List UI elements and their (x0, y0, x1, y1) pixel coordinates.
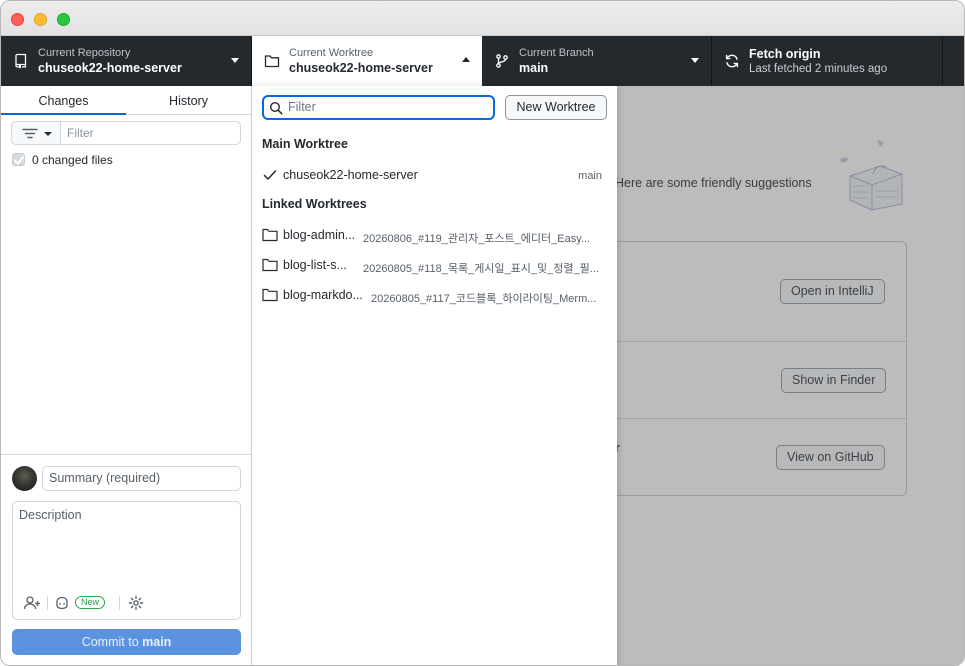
close-window-button[interactable] (11, 13, 24, 26)
changes-filter-input[interactable]: Filter (60, 121, 241, 145)
current-repository-button[interactable]: Current Repository chuseok22-home-server (1, 36, 252, 86)
current-branch-button[interactable]: Current Branch main (482, 36, 712, 86)
commit-form: Summary (required) Description New Commi… (1, 454, 251, 665)
worktree-item-name: blog-markdo... (283, 288, 363, 302)
new-badge: New (75, 596, 106, 609)
tab-changes[interactable]: Changes (1, 86, 126, 115)
worktree-item-linked[interactable]: blog-admin... 20260806_#119_관리자_포스트_에디터_… (252, 220, 617, 250)
current-worktree-button[interactable]: Current Worktree chuseok22-home-server (252, 36, 482, 86)
search-icon (269, 101, 283, 115)
worktree-dropdown: Filter New Worktree Main Worktree chuseo… (252, 86, 617, 665)
branch-name: main (519, 61, 549, 75)
worktree-item-name: blog-list-s... (283, 258, 347, 272)
filter-options-button[interactable] (11, 121, 61, 145)
checkmark-icon (263, 170, 277, 180)
branch-label: Current Branch (519, 47, 594, 59)
worktree-item-name: chuseok22-home-server (283, 168, 418, 182)
chevron-down-icon (44, 132, 52, 136)
chevron-up-icon (462, 57, 470, 62)
changed-files-count: 0 changed files (32, 153, 113, 167)
description-field[interactable]: Description New (12, 501, 241, 620)
fetch-origin-button[interactable]: Fetch origin Last fetched 2 minutes ago (712, 36, 943, 86)
repository-name: chuseok22-home-server (38, 61, 182, 75)
app-window: Current Repository chuseok22-home-server… (0, 0, 965, 666)
zoom-window-button[interactable] (57, 13, 70, 26)
worktree-name: chuseok22-home-server (289, 61, 433, 75)
folder-icon (262, 258, 278, 272)
worktree-filter-input[interactable]: Filter (262, 95, 495, 120)
changes-sidebar: Changes History Filter 0 changed files S… (1, 86, 252, 665)
chevron-down-icon (691, 58, 699, 63)
worktree-item-linked[interactable]: blog-list-s... 20260805_#118_목록_게시일_표시_및… (252, 250, 617, 280)
summary-input[interactable]: Summary (required) (42, 466, 241, 491)
toolbar-divider (119, 596, 120, 610)
gear-icon[interactable] (127, 594, 145, 612)
commit-button-prefix: Commit to (81, 635, 143, 649)
folder-icon (262, 288, 278, 302)
repo-icon (15, 53, 27, 69)
folder-icon (262, 228, 278, 242)
worktree-item-main[interactable]: chuseok22-home-server main (252, 160, 617, 190)
folder-icon (264, 55, 280, 68)
avatar (12, 466, 37, 491)
chevron-down-icon (231, 58, 239, 63)
sync-icon (725, 54, 739, 68)
copilot-icon[interactable] (53, 594, 71, 612)
minimize-window-button[interactable] (34, 13, 47, 26)
worktree-item-branch: 20260805_#118_목록_게시일_표시_및_정렬_필... (363, 263, 599, 275)
toolbar: Current Repository chuseok22-home-server… (1, 36, 964, 86)
new-worktree-button[interactable]: New Worktree (505, 95, 607, 120)
description-placeholder: Description (19, 508, 82, 522)
worktree-item-name: blog-admin... (283, 228, 356, 242)
sidebar-tabs: Changes History (1, 86, 251, 115)
repository-label: Current Repository (38, 47, 131, 59)
worktree-label: Current Worktree (289, 47, 374, 59)
toolbar-divider (47, 596, 48, 610)
select-all-checkbox[interactable] (12, 153, 25, 166)
worktree-item-branch: 20260805_#117_코드블록_하이라이팅_Merm... (371, 293, 597, 305)
linked-worktrees-heading: Linked Worktrees (262, 197, 367, 211)
filter-icon (22, 128, 38, 139)
worktree-item-linked[interactable]: blog-markdo... 20260805_#117_코드블록_하이라이팅_… (252, 280, 617, 310)
add-coauthor-icon[interactable] (23, 594, 41, 612)
title-bar (1, 1, 964, 36)
branch-icon (496, 54, 508, 68)
commit-button-branch: main (142, 635, 172, 649)
worktree-item-branch: 20260806_#119_관리자_포스트_에디터_Easy... (363, 233, 591, 245)
tab-history[interactable]: History (126, 86, 251, 115)
commit-button[interactable]: Commit to main (12, 629, 241, 655)
changes-filter: Filter (11, 121, 241, 145)
worktree-item-branch: main (578, 170, 602, 182)
main-worktree-heading: Main Worktree (262, 137, 348, 151)
fetch-title: Fetch origin (749, 47, 821, 61)
fetch-status: Last fetched 2 minutes ago (749, 63, 888, 75)
worktree-filter-placeholder: Filter (288, 100, 316, 114)
